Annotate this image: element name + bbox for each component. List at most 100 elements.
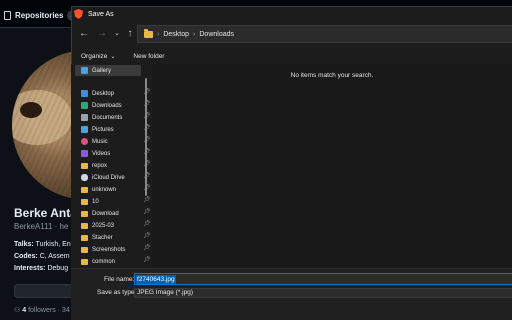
repo-icon [4, 10, 11, 20]
nav-item-label: 2025-03 [92, 222, 115, 229]
nav-item-music[interactable]: Music 📌︎ [81, 136, 151, 147]
folder-icon [81, 234, 88, 241]
nav-item-label: Download [92, 210, 119, 217]
address-bar[interactable]: › Desktop › Downloads [137, 25, 512, 43]
interests-label: Interests: [14, 265, 46, 272]
dialog-title-bar[interactable]: Save As [71, 6, 512, 22]
nav-item-label: Pictures [92, 126, 114, 133]
nav-item-label: 10 [92, 198, 99, 205]
nav-item-videos[interactable]: Videos 📌︎ [81, 148, 151, 159]
pin-icon: 📌︎ [143, 221, 151, 227]
brave-browser-icon [74, 9, 83, 19]
command-bar: Organize ⌄ New folder [71, 48, 512, 64]
gallery-icon [81, 67, 88, 74]
empty-state-message: No items match your search. [290, 72, 374, 79]
nav-item-label: Downloads [92, 102, 122, 109]
nav-item-label: Documents [92, 114, 123, 121]
nav-item-2025-03[interactable]: 2025-03 📌︎ [81, 220, 151, 231]
videos-icon [81, 150, 88, 157]
folder-icon [81, 210, 88, 217]
dialog-title: Save As [88, 10, 114, 18]
pin-icon: 📌︎ [143, 209, 151, 215]
nav-item-label: common [92, 258, 116, 265]
file-name-label: File name: [104, 276, 135, 283]
nav-item-icloud-drive[interactable]: iCloud Drive 📌︎ [81, 172, 151, 183]
organize-label: Organize [81, 52, 108, 60]
file-list-area[interactable]: No items match your search. [152, 64, 512, 268]
nav-item-label: Gallery [92, 67, 112, 74]
nav-item-repox[interactable]: repox 📌︎ [81, 160, 151, 171]
pictures-icon [81, 126, 88, 133]
nav-item-label: iCloud Drive [92, 174, 125, 181]
desktop-icon [81, 90, 88, 97]
nav-item-label: Desktop [92, 90, 115, 97]
nav-item-label: Screenshots [92, 246, 126, 253]
folder-icon [81, 246, 88, 253]
up-arrow-icon[interactable]: ↑ [123, 27, 137, 41]
profile-talks: Talks: Turkish, En [14, 241, 71, 248]
talks-value: Turkish, En [35, 241, 71, 248]
breadcrumb-separator-icon[interactable]: › [157, 31, 159, 38]
nav-item-pictures[interactable]: Pictures 📌︎ [81, 124, 151, 135]
profile-interests: Interests: Debug [14, 265, 68, 272]
followers-label: followers · 34 [28, 307, 70, 314]
breadcrumb-separator-icon[interactable]: › [193, 31, 195, 38]
nav-item-downloads[interactable]: Downloads 📌︎ [81, 100, 151, 111]
nav-item-unknown[interactable]: unknown 📌︎ [81, 184, 151, 195]
nav-item-stacher[interactable]: Stacher 📌︎ [81, 232, 151, 243]
icloud-icon [81, 174, 88, 181]
interests-value: Debug [47, 265, 69, 272]
codes-value: C, Assem [39, 253, 70, 260]
people-icon: ⚇ [14, 307, 21, 314]
pin-icon: 📌︎ [143, 245, 151, 251]
new-folder-button[interactable]: New folder [133, 53, 164, 60]
downloads-icon [81, 102, 88, 109]
folder-icon [81, 198, 88, 205]
nav-item-gallery[interactable]: Gallery [75, 65, 141, 76]
nav-item-common[interactable]: common 📌︎ [81, 256, 151, 267]
navigation-pane: Gallery Desktop 📌︎ Downloads 📌︎ Document… [71, 64, 152, 268]
documents-icon [81, 114, 88, 121]
repositories-tab-label: Repositories [15, 10, 64, 20]
followers-info[interactable]: ⚇ 4 followers · 34 [14, 306, 70, 314]
folder-icon [81, 186, 88, 193]
nav-item-label: Videos [92, 150, 111, 157]
file-name-value: f2740643.jpg [136, 274, 176, 284]
music-icon [81, 138, 88, 145]
profile-display-name: Berke Anta [14, 206, 77, 220]
nav-item-label: repox [92, 162, 108, 169]
organize-button[interactable]: Organize ⌄ [81, 53, 115, 60]
codes-label: Codes: [14, 253, 38, 260]
pin-icon: 📌︎ [143, 197, 151, 203]
navigation-pane-scrollbar[interactable] [145, 78, 147, 196]
pin-icon: 📌︎ [143, 257, 151, 263]
nav-item-download[interactable]: Download 📌︎ [81, 208, 151, 219]
save-as-type-label: Save as type: [97, 289, 137, 296]
folder-icon [81, 258, 88, 265]
breadcrumb-downloads[interactable]: Downloads [199, 31, 234, 38]
file-name-input[interactable]: f2740643.jpg [134, 273, 512, 285]
talks-label: Talks: [14, 241, 34, 248]
forward-arrow-icon[interactable]: → [95, 27, 109, 41]
nav-item-documents[interactable]: Documents 📌︎ [81, 112, 151, 123]
profile-codes: Codes: C, Assem [14, 253, 70, 260]
nav-item-label: Music [92, 138, 108, 145]
followers-count: 4 [22, 307, 27, 314]
nav-item-screenshots[interactable]: Screenshots 📌︎ [81, 244, 151, 255]
folder-icon [144, 28, 153, 38]
navigation-row: ← → ⌄ ↑ › Desktop › Downloads [71, 22, 512, 46]
save-as-type-select[interactable]: JPEG Image (*.jpg) [134, 288, 512, 298]
repositories-tab[interactable]: Repositories 20 [4, 8, 82, 22]
chevron-down-icon: ⌄ [110, 53, 116, 60]
folder-icon [81, 222, 88, 229]
nav-item-label: Stacher [92, 234, 113, 241]
folder-icon [81, 162, 88, 169]
nav-item-desktop[interactable]: Desktop 📌︎ [81, 88, 151, 99]
back-arrow-icon[interactable]: ← [77, 27, 91, 41]
nav-item-10[interactable]: 10 📌︎ [81, 196, 151, 207]
breadcrumb-desktop[interactable]: Desktop [163, 31, 189, 38]
profile-handle: BerkeA111 · he [14, 222, 69, 231]
recent-locations-chevron-icon[interactable]: ⌄ [110, 27, 124, 41]
nav-item-label: unknown [92, 186, 117, 193]
pin-icon: 📌︎ [143, 233, 151, 239]
